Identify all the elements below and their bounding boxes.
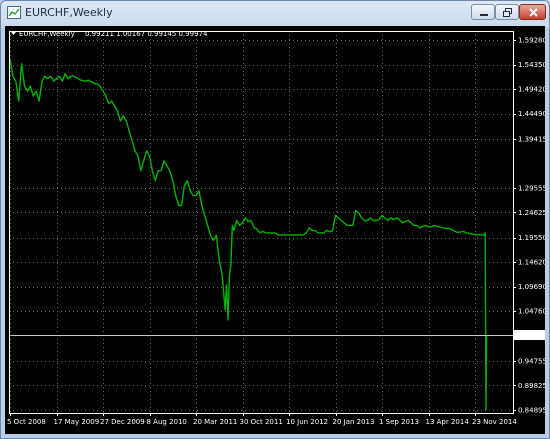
y-tick-label: 1.24625	[518, 209, 545, 217]
triangle-marker-icon	[11, 32, 16, 35]
chart-window: EURCHF,Weekly 1.59280 1.54350 1.49420 1.444…	[0, 0, 550, 439]
y-tick-label: 0.99974	[518, 331, 545, 339]
y-tick-label: 0.89825	[518, 382, 545, 390]
y-tick-label: 1.59280	[518, 37, 545, 45]
ohlc-values: 0.99211 1.00167 0.99145 0.99974	[85, 30, 208, 38]
y-tick-label: 1.14620	[518, 259, 545, 267]
window-title: EURCHF,Weekly	[25, 6, 113, 19]
restore-icon	[503, 8, 512, 17]
y-tick-label: 1.29555	[518, 184, 545, 192]
minimize-icon	[480, 14, 488, 16]
x-tick-label: 23 Nov 2014	[472, 418, 517, 426]
chart-area[interactable]: 1.59280 1.54350 1.49420 1.44490 1.39415 1.295…	[5, 26, 545, 434]
y-tick-label: 1.04760	[518, 308, 545, 316]
x-tick-label: 17 May 2009	[54, 418, 100, 426]
y-tick-label: 0.84895	[518, 407, 545, 415]
x-tick-label: 27 Dec 2009	[100, 418, 145, 426]
close-icon	[529, 8, 538, 17]
title-bar[interactable]: EURCHF,Weekly	[1, 1, 549, 25]
y-tick-label: 1.44490	[518, 110, 545, 118]
y-tick-label: 1.19550	[518, 234, 545, 242]
chart-window-icon	[7, 6, 21, 19]
plot-frame	[9, 31, 514, 414]
x-tick-label: 13 Apr 2014	[426, 418, 470, 426]
price-chart[interactable]: 1.59280 1.54350 1.49420 1.44490 1.39415 1.295…	[5, 26, 545, 434]
minimize-button[interactable]	[471, 4, 495, 20]
y-tick-label: 0.94755	[518, 357, 545, 365]
x-tick-label: 20 Jan 2013	[333, 418, 375, 426]
x-tick-label: 5 Oct 2008	[7, 418, 46, 426]
price-series-line	[9, 58, 488, 411]
maximize-button[interactable]	[495, 4, 519, 20]
x-tick-label: 10 Jun 2012	[286, 418, 328, 426]
x-tick-label: 1 Sep 2013	[379, 418, 419, 426]
close-button[interactable]	[519, 4, 546, 20]
chart-symbol-label: EURCHF,Weekly	[19, 30, 75, 38]
y-tick-label: 1.09690	[518, 283, 545, 291]
y-tick-label: 1.39415	[518, 135, 545, 143]
x-tick-label: 8 Aug 2010	[147, 418, 187, 426]
x-tick-label: 20 Mar 2011	[193, 418, 237, 426]
x-tick-label: 30 Oct 2011	[240, 418, 283, 426]
y-tick-label: 1.49420	[518, 86, 545, 94]
y-tick-label: 1.54350	[518, 61, 545, 69]
